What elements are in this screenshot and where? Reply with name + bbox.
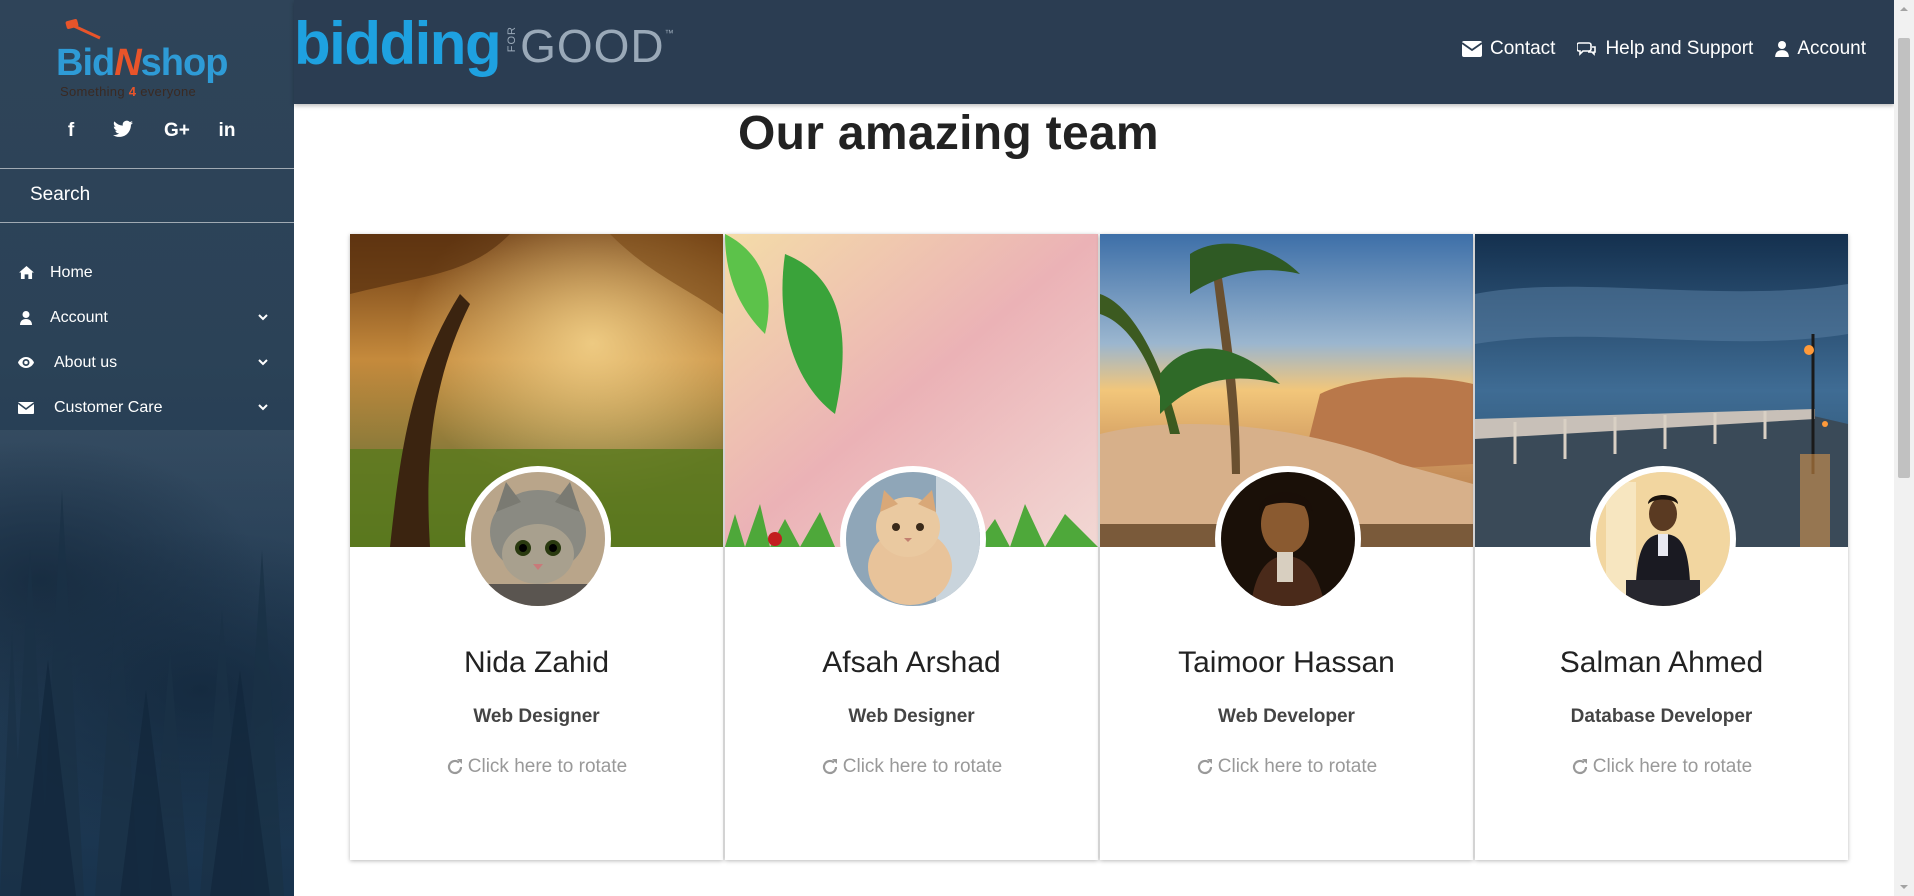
sidebar: BidNshop Something 4 everyone f G+ in Se… (0, 0, 294, 896)
sidebar-item-account[interactable]: Account (0, 295, 294, 340)
envelope-icon (18, 400, 34, 416)
sidebar-item-label: Account (50, 308, 108, 326)
chevron-down-icon (258, 404, 268, 411)
home-icon (18, 265, 34, 281)
chevron-down-icon (258, 359, 268, 366)
member-role: Web Designer (473, 706, 600, 727)
rotate-link[interactable]: Click here to rotate (1475, 756, 1848, 778)
member-name: Afsah Arshad (822, 646, 1001, 679)
avatar (465, 466, 611, 612)
rotate-link[interactable]: Click here to rotate (1100, 756, 1473, 778)
team-member-card[interactable]: Nida Zahid Web Designer Click here to ro… (350, 234, 723, 860)
user-icon (18, 310, 34, 326)
account-link[interactable]: Account (1775, 38, 1866, 60)
avatar (1215, 466, 1361, 612)
user-icon (1775, 41, 1790, 57)
envelope-icon (1461, 41, 1482, 57)
chat-icon (1577, 42, 1597, 56)
help-support-link[interactable]: Help and Support (1577, 38, 1753, 60)
sidebar-item-about-us[interactable]: About us (0, 340, 294, 385)
member-name: Salman Ahmed (1559, 646, 1764, 679)
sidebar-divider (0, 222, 294, 223)
sidebar-item-label: Customer Care (54, 398, 163, 416)
rotate-link[interactable]: Click here to rotate (350, 756, 723, 778)
bidding-for-good-logo[interactable]: bidding FOR GOOD ™ (294, 2, 674, 92)
contact-link[interactable]: Contact (1461, 38, 1555, 60)
rotate-icon (1197, 759, 1212, 775)
member-role: Web Developer (1218, 706, 1355, 727)
member-name: Taimoor Hassan (1178, 646, 1395, 679)
bidnshop-logo[interactable]: BidNshop Something 4 everyone (56, 18, 236, 104)
scrollbar-thumb[interactable] (1898, 38, 1910, 478)
scroll-down-arrow-icon[interactable] (1899, 882, 1909, 892)
page-title: Our amazing team (738, 107, 1159, 160)
vertical-scrollbar[interactable] (1894, 0, 1914, 896)
sidebar-item-label: About us (54, 353, 118, 371)
member-role: Web Designer (848, 706, 975, 727)
team-member-card[interactable]: Taimoor Hassan Web Developer Click here … (1100, 234, 1473, 860)
rotate-link[interactable]: Click here to rotate (725, 756, 1098, 778)
sidebar-item-customer-care[interactable]: Customer Care (0, 385, 294, 430)
avatar (1590, 466, 1736, 612)
logo-tagline: Something 4 everyone (60, 84, 197, 99)
team-member-card[interactable]: Salman Ahmed Database Developer Click he… (1475, 234, 1848, 860)
scroll-up-arrow-icon[interactable] (1899, 4, 1909, 14)
sidebar-item-home[interactable]: Home (0, 250, 294, 295)
eye-icon (18, 355, 34, 371)
chevron-down-icon (258, 314, 268, 321)
social-links: f G+ in (60, 120, 238, 144)
sidebar-item-label: Home (50, 263, 93, 281)
google-plus-icon[interactable]: G+ (164, 120, 190, 144)
forest-background-image (0, 490, 284, 896)
top-bar: bidding FOR GOOD ™ Contact Help and Supp… (294, 0, 1894, 104)
linkedin-icon[interactable]: in (216, 120, 238, 144)
team-cards: Nida Zahid Web Designer Click here to ro… (350, 234, 1848, 860)
logo-wordmark: BidNshop (56, 42, 228, 84)
sidebar-divider (0, 168, 294, 169)
sidebar-nav: Home Account About us Customer Care (0, 250, 294, 430)
header-links: Contact Help and Support Account (1461, 38, 1866, 60)
twitter-icon[interactable] (112, 120, 134, 144)
avatar (840, 466, 986, 612)
facebook-icon[interactable]: f (60, 120, 82, 144)
team-member-card[interactable]: Afsah Arshad Web Designer Click here to … (725, 234, 1098, 860)
rotate-icon (447, 759, 462, 775)
member-role: Database Developer (1570, 706, 1753, 727)
rotate-icon (1572, 759, 1587, 775)
sidebar-search[interactable]: Search (0, 170, 294, 223)
member-name: Nida Zahid (463, 646, 610, 679)
rotate-icon (822, 759, 837, 775)
